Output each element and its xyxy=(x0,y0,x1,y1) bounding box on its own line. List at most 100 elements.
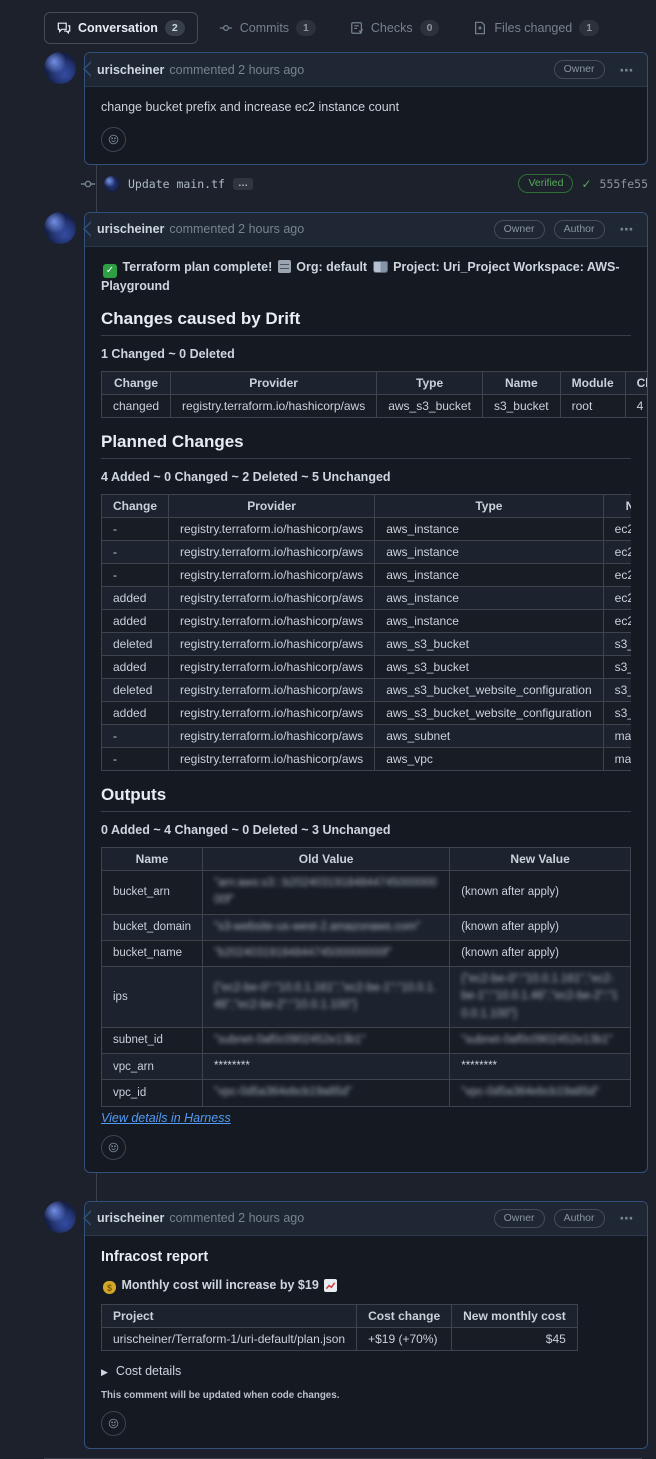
output-name: vpc_arn xyxy=(102,1054,203,1080)
comment-author[interactable]: urischeiner xyxy=(97,63,164,77)
pr-tab-bar: Conversation 2 Commits 1 Checks 0 Files … xyxy=(44,12,656,44)
kebab-menu-icon[interactable]: ⋯ xyxy=(620,1213,636,1223)
cell: aws_s3_bucket_website_configuration xyxy=(375,679,603,702)
table-row: -registry.terraform.io/hashicorp/awsaws_… xyxy=(102,541,632,564)
avatar[interactable] xyxy=(44,52,76,84)
redacted-value: "b2024031918484474500000000f" xyxy=(214,947,392,959)
tab-files-changed[interactable]: Files changed 1 xyxy=(460,12,612,44)
infracost-footnote: This comment will be updated when code c… xyxy=(101,1390,631,1401)
expand-commit-button[interactable]: … xyxy=(233,178,253,190)
cell: added xyxy=(102,610,169,633)
col-header: Name xyxy=(603,495,631,518)
table-row: changed registry.terraform.io/hashicorp/… xyxy=(102,395,649,418)
kebab-menu-icon[interactable]: ⋯ xyxy=(620,65,636,75)
col-header: Changes xyxy=(625,372,648,395)
cell: deleted xyxy=(102,633,169,656)
col-header: Name xyxy=(482,372,560,395)
owner-badge: Owner xyxy=(494,220,545,239)
tab-count-badge: 1 xyxy=(296,20,316,36)
cell: s3_bucket xyxy=(603,679,631,702)
table-row: vpc_arn ******** ******** xyxy=(102,1054,631,1080)
comment-author[interactable]: urischeiner xyxy=(97,222,164,236)
comment-2: urischeiner commented 2 hours ago Owner … xyxy=(84,212,648,1173)
tab-label: Checks xyxy=(371,21,413,35)
table-row: deletedregistry.terraform.io/hashicorp/a… xyxy=(102,679,632,702)
redacted-value: "subnet-0af0c0902452e13b1" xyxy=(214,1034,365,1046)
col-header: Cost change xyxy=(357,1305,452,1328)
comment-3: urischeiner commented 2 hours ago Owner … xyxy=(84,1201,648,1450)
tab-conversation[interactable]: Conversation 2 xyxy=(44,12,198,44)
output-name: bucket_name xyxy=(102,940,203,966)
avatar[interactable] xyxy=(44,212,76,244)
output-value: (known after apply) xyxy=(461,947,559,959)
verified-badge[interactable]: Verified xyxy=(518,174,573,193)
comment-meta: commented 2 hours ago xyxy=(169,1211,304,1225)
redacted-value: {"ec2-be-0":"10.0.1.161","ec2-be-1":"10.… xyxy=(461,973,618,1020)
output-name: bucket_arn xyxy=(102,871,203,915)
git-commit-icon xyxy=(80,174,96,194)
tab-checks[interactable]: Checks 0 xyxy=(337,12,453,44)
smiley-icon xyxy=(108,1140,119,1155)
cell: - xyxy=(102,541,169,564)
cell: aws_s3_bucket xyxy=(375,633,603,656)
infracost-title: Infracost report xyxy=(101,1249,631,1265)
cell: added xyxy=(102,587,169,610)
cell: registry.terraform.io/hashicorp/aws xyxy=(169,702,375,725)
cell: root xyxy=(560,395,625,418)
cell: registry.terraform.io/hashicorp/aws xyxy=(171,395,377,418)
comment-meta: commented 2 hours ago xyxy=(169,222,304,236)
tab-count-badge: 0 xyxy=(420,20,440,36)
tab-commits[interactable]: Commits 1 xyxy=(206,12,329,44)
output-value: ******** xyxy=(214,1060,250,1072)
avatar[interactable] xyxy=(44,1201,76,1233)
col-header: Module xyxy=(560,372,625,395)
col-header: Old Value xyxy=(203,848,450,871)
commit-message-link[interactable]: Update main.tf xyxy=(128,177,225,191)
col-header: New monthly cost xyxy=(452,1305,578,1328)
add-reaction-button[interactable] xyxy=(101,1135,126,1160)
kebab-menu-icon[interactable]: ⋯ xyxy=(620,224,636,234)
comment-1: urischeiner commented 2 hours ago Owner … xyxy=(84,52,648,165)
cell: added xyxy=(102,656,169,679)
add-reaction-button[interactable] xyxy=(101,1411,126,1436)
view-details-link[interactable]: View details in Harness xyxy=(101,1111,231,1125)
table-row: addedregistry.terraform.io/hashicorp/aws… xyxy=(102,610,632,633)
comment-header: urischeiner commented 2 hours ago Owner … xyxy=(85,53,647,87)
author-badge: Author xyxy=(554,1209,605,1228)
book-emoji-icon xyxy=(373,261,388,273)
cell: ec2-be[1] xyxy=(603,541,631,564)
table-row: vpc_id "vpc-0d5a364ebcb19a85d" "vpc-0d5a… xyxy=(102,1080,631,1106)
output-name: vpc_id xyxy=(102,1080,203,1106)
col-header: Change xyxy=(102,495,169,518)
check-icon: ✓ xyxy=(581,177,591,191)
cell: - xyxy=(102,518,169,541)
cost-change-cell: +$19 (+70%) xyxy=(357,1328,452,1351)
cost-details-disclosure: Cost details xyxy=(101,1364,631,1378)
redacted-value: {"ec2-be-0":"10.0.1.161","ec2-be-1":"10.… xyxy=(214,982,436,1011)
col-header: Provider xyxy=(169,495,375,518)
cell: deleted xyxy=(102,679,169,702)
col-header: Provider xyxy=(171,372,377,395)
col-header: New Value xyxy=(450,848,631,871)
cell: registry.terraform.io/hashicorp/aws xyxy=(169,587,375,610)
planned-summary: 4 Added ~ 0 Changed ~ 2 Deleted ~ 5 Unch… xyxy=(101,470,631,484)
cell: s3_bucket xyxy=(603,633,631,656)
cell: aws_s3_bucket_website_configuration xyxy=(375,702,603,725)
plan-complete-text: Terraform plan complete! xyxy=(122,260,272,274)
cell: aws_instance xyxy=(375,610,603,633)
commit-sha-link[interactable]: 555fe55 xyxy=(600,177,648,191)
cell: s3_bucket xyxy=(603,702,631,725)
redacted-value: "subnet-0af0c0902452e13b1" xyxy=(461,1034,612,1046)
cell: registry.terraform.io/hashicorp/aws xyxy=(169,541,375,564)
add-reaction-button[interactable] xyxy=(101,127,126,152)
cell: added xyxy=(102,702,169,725)
table-row: deletedregistry.terraform.io/hashicorp/a… xyxy=(102,633,632,656)
drift-summary: 1 Changed ~ 0 Deleted xyxy=(101,347,631,361)
comment-header: urischeiner commented 2 hours ago Owner … xyxy=(85,1202,647,1236)
cell: aws_s3_bucket xyxy=(375,656,603,679)
avatar[interactable] xyxy=(104,176,120,192)
money-bag-emoji-icon: $ xyxy=(103,1281,116,1294)
comment-author[interactable]: urischeiner xyxy=(97,1211,164,1225)
cost-details-toggle[interactable]: Cost details xyxy=(101,1364,631,1378)
chart-increasing-emoji-icon xyxy=(324,1279,337,1292)
